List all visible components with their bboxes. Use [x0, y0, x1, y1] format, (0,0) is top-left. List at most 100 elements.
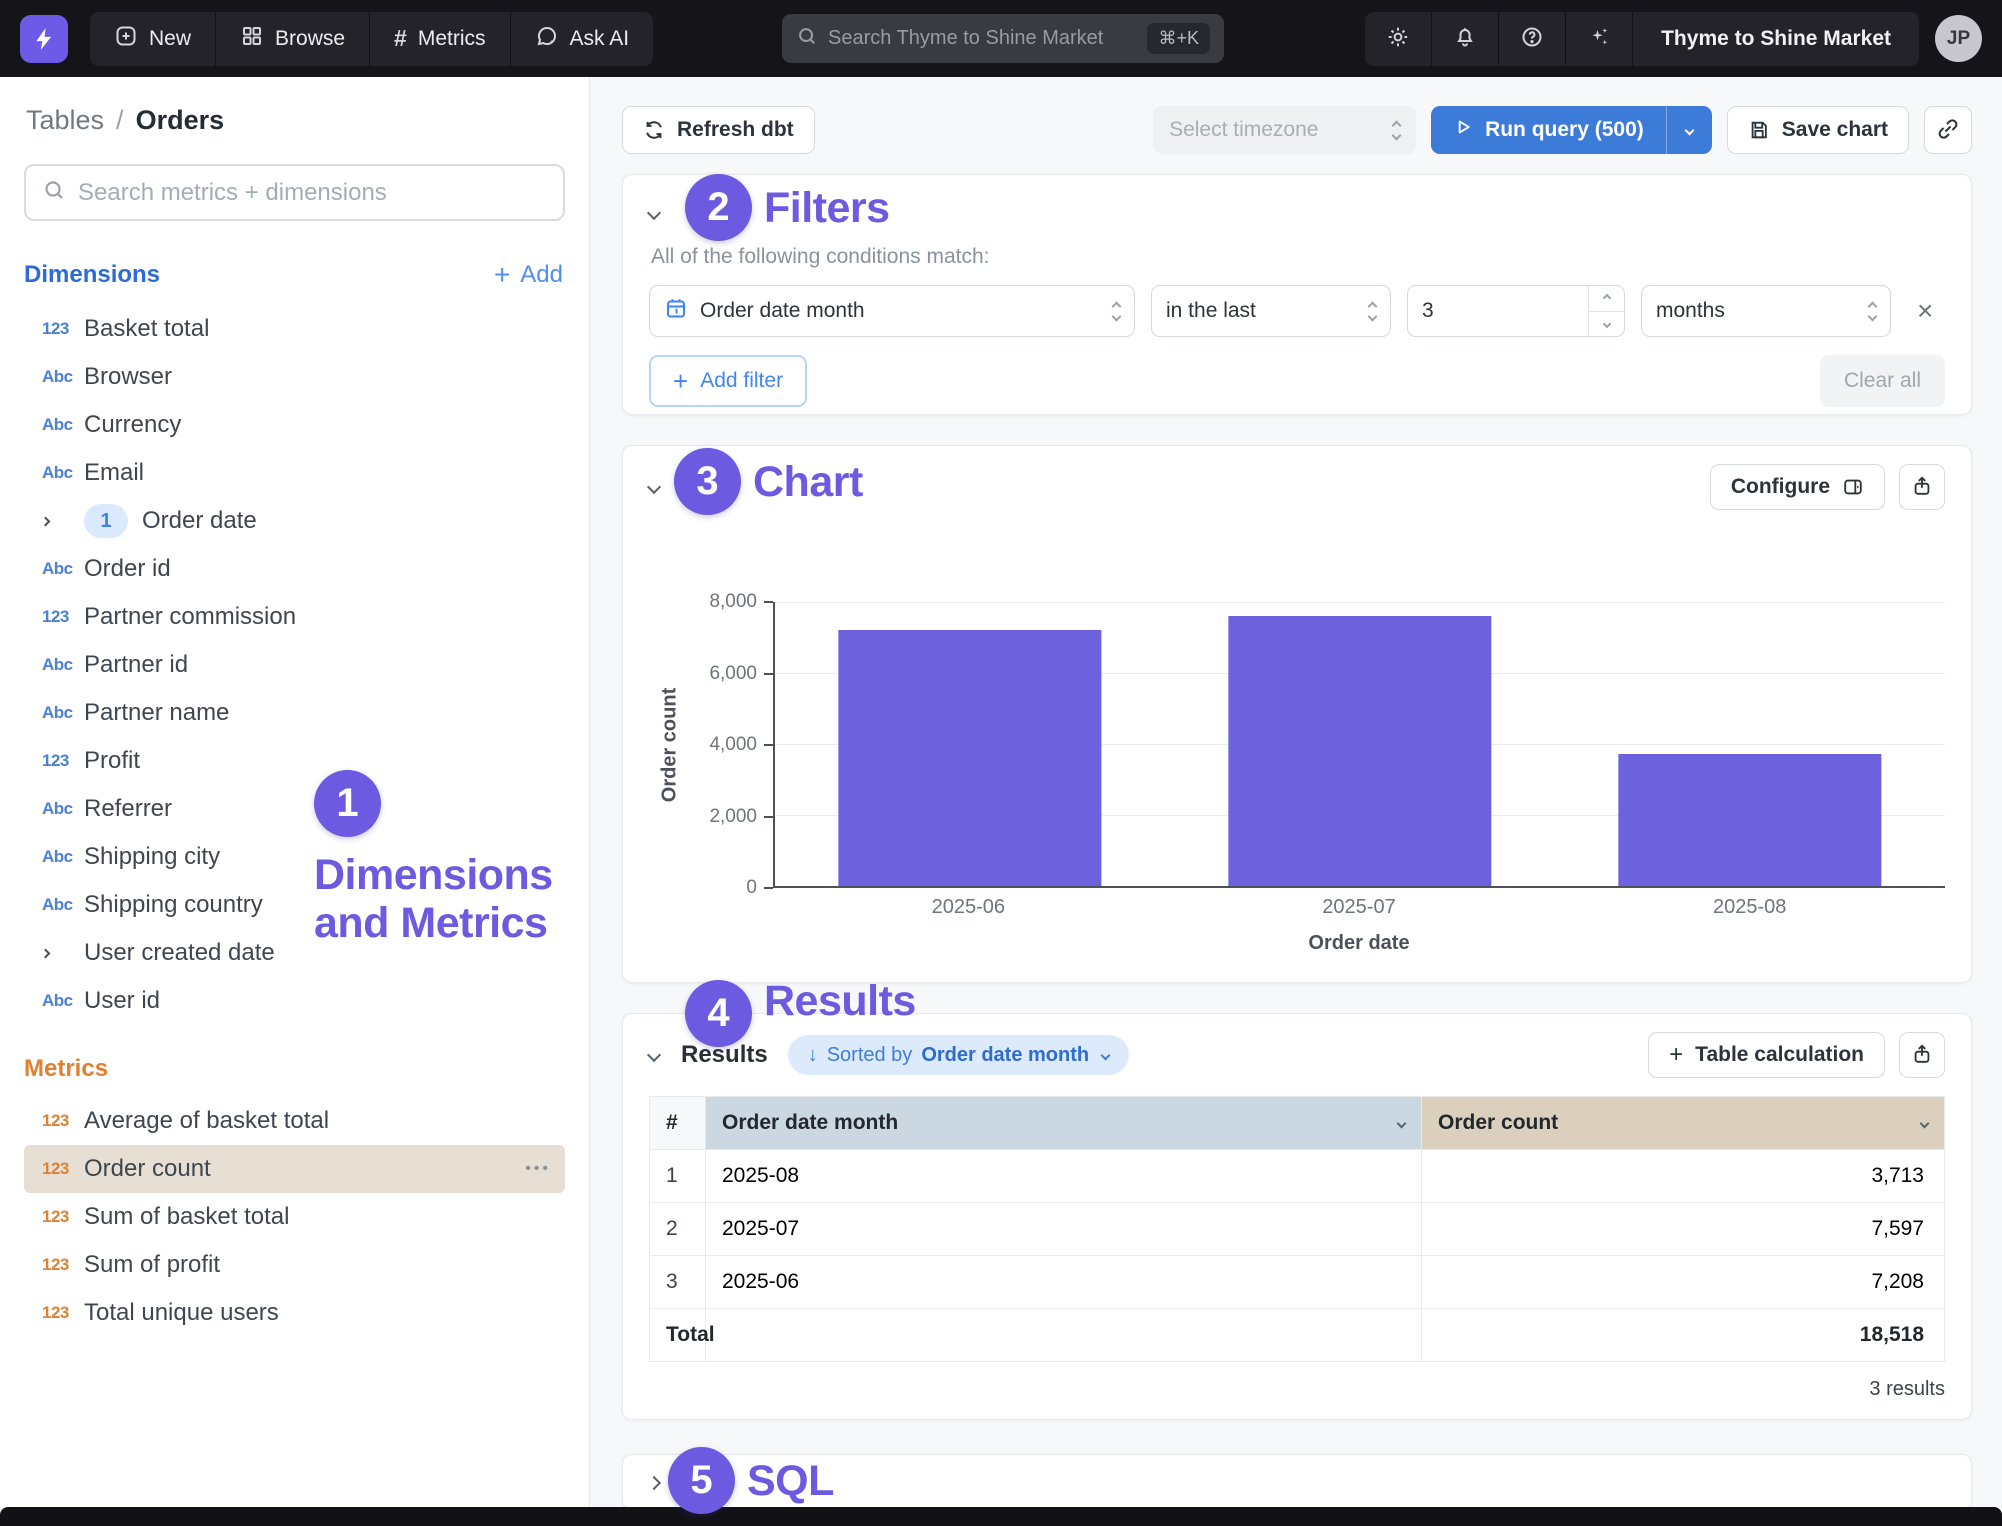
sql-header[interactable]: [649, 1463, 1945, 1503]
lightning-bolt-icon: [31, 26, 57, 52]
dimension-item[interactable]: 1 Order date: [24, 497, 565, 545]
dimension-item[interactable]: Abc Email: [24, 449, 565, 497]
add-filter-button[interactable]: + Add filter: [649, 355, 807, 407]
chart-header[interactable]: Configure: [649, 464, 1945, 510]
org-switcher-button[interactable]: Thyme to Shine Market: [1633, 12, 1919, 66]
breadcrumb-tables-link[interactable]: Tables: [26, 105, 104, 136]
refresh-dbt-button[interactable]: Refresh dbt: [622, 106, 815, 154]
table-row[interactable]: 3 2025-06 7,208: [650, 1256, 1945, 1309]
x-axis-ticks: 2025-062025-072025-08: [773, 896, 1945, 926]
app-logo[interactable]: [20, 15, 68, 63]
order-count-cell[interactable]: 7,208: [1422, 1256, 1945, 1309]
dimension-item[interactable]: Abc Shipping country: [24, 881, 565, 929]
field-type-slot: 123: [42, 1303, 84, 1323]
global-search-input[interactable]: [828, 27, 1147, 50]
dimension-item[interactable]: Abc Currency: [24, 401, 565, 449]
chevron-down-icon[interactable]: [647, 480, 661, 494]
kebab-menu-icon[interactable]: •••: [525, 1160, 551, 1178]
add-dimension-button[interactable]: + Add: [494, 261, 563, 289]
order-count-cell[interactable]: 3,713: [1422, 1150, 1945, 1203]
nav-metrics-button[interactable]: # Metrics: [370, 12, 510, 66]
export-chart-button[interactable]: [1899, 464, 1945, 510]
dimension-item[interactable]: Abc Referrer: [24, 785, 565, 833]
chevron-right-icon[interactable]: [647, 1476, 661, 1490]
sql-section: [622, 1454, 1972, 1510]
settings-button[interactable]: [1365, 12, 1432, 66]
chart-bar-2025-06[interactable]: [838, 630, 1101, 886]
table-calculation-button[interactable]: + Table calculation: [1648, 1032, 1885, 1078]
order-count-cell[interactable]: 7,597: [1422, 1203, 1945, 1256]
order-date-cell[interactable]: 2025-08: [706, 1150, 1422, 1203]
stepper-up-button[interactable]: [1589, 286, 1624, 312]
save-chart-button[interactable]: Save chart: [1727, 106, 1909, 154]
dimension-item[interactable]: 123 Profit: [24, 737, 565, 785]
dimension-label: Order id: [84, 555, 171, 583]
export-results-button[interactable]: [1899, 1032, 1945, 1078]
dimension-item[interactable]: Abc Partner name: [24, 689, 565, 737]
configure-chart-button[interactable]: Configure: [1710, 464, 1885, 510]
order-date-cell[interactable]: 2025-06: [706, 1256, 1422, 1309]
run-query-button[interactable]: Run query (500): [1431, 106, 1666, 154]
nav-metrics-label: Metrics: [418, 27, 486, 51]
column-header-index[interactable]: #: [650, 1097, 706, 1150]
timezone-select[interactable]: Select timezone: [1153, 106, 1416, 154]
global-search[interactable]: ⌘+K: [782, 14, 1224, 63]
dimension-item[interactable]: User created date: [24, 929, 565, 977]
dimension-item[interactable]: 123 Basket total: [24, 305, 565, 353]
user-avatar[interactable]: JP: [1935, 15, 1982, 62]
sort-chip[interactable]: ↓ Sorted by Order date month: [788, 1035, 1129, 1075]
search-icon: [42, 178, 66, 207]
dimension-item[interactable]: 123 Partner commission: [24, 593, 565, 641]
run-query-options-button[interactable]: [1666, 106, 1712, 154]
chevron-down-icon[interactable]: [1397, 1118, 1407, 1128]
column-header-order-date-month[interactable]: Order date month: [706, 1097, 1422, 1150]
total-empty-cell: [706, 1309, 1422, 1362]
field-type-icon: 123: [42, 1159, 69, 1179]
clear-all-button[interactable]: Clear all: [1820, 355, 1945, 407]
chevron-right-icon[interactable]: [41, 516, 51, 526]
filter-field-select[interactable]: Order date month: [649, 285, 1135, 337]
metric-item[interactable]: 123 Total unique users: [24, 1289, 565, 1337]
dimension-item[interactable]: Abc User id: [24, 977, 565, 1025]
add-filter-label: Add filter: [700, 369, 783, 393]
chevron-down-icon[interactable]: [647, 1048, 661, 1062]
fields-search[interactable]: [24, 164, 565, 221]
filter-unit-select[interactable]: months: [1641, 285, 1891, 337]
help-button[interactable]: [1499, 12, 1566, 66]
nav-ask-ai-button[interactable]: Ask AI: [511, 12, 654, 66]
metric-item[interactable]: 123 Sum of profit: [24, 1241, 565, 1289]
metric-item[interactable]: 123 Average of basket total: [24, 1097, 565, 1145]
filter-operator-select[interactable]: in the last: [1151, 285, 1391, 337]
order-date-cell[interactable]: 2025-07: [706, 1203, 1422, 1256]
metric-item[interactable]: 123 Order count •••: [24, 1145, 565, 1193]
table-row[interactable]: 2 2025-07 7,597: [650, 1203, 1945, 1256]
chart-bar-2025-08[interactable]: [1618, 754, 1881, 886]
dimension-label: Email: [84, 459, 144, 487]
bell-icon: [1453, 25, 1477, 52]
dimension-item[interactable]: Abc Browser: [24, 353, 565, 401]
chevron-down-icon[interactable]: [1920, 1118, 1930, 1128]
fields-search-input[interactable]: [78, 179, 547, 207]
help-icon: [1520, 25, 1544, 52]
metric-label: Total unique users: [84, 1299, 279, 1327]
ai-sparkles-button[interactable]: [1566, 12, 1633, 66]
chevron-right-icon[interactable]: [41, 948, 51, 958]
share-link-button[interactable]: [1924, 106, 1972, 154]
results-header[interactable]: Results ↓ Sorted by Order date month + T…: [649, 1032, 1945, 1078]
chevron-down-icon[interactable]: [647, 206, 661, 220]
notifications-button[interactable]: [1432, 12, 1499, 66]
filter-value-field[interactable]: [1408, 286, 1588, 336]
table-row[interactable]: 1 2025-08 3,713: [650, 1150, 1945, 1203]
dimension-item[interactable]: Abc Order id: [24, 545, 565, 593]
stepper-down-button[interactable]: [1589, 312, 1624, 337]
field-type-icon: Abc: [42, 991, 73, 1011]
dimension-item[interactable]: Abc Shipping city: [24, 833, 565, 881]
dimension-item[interactable]: Abc Partner id: [24, 641, 565, 689]
metric-item[interactable]: 123 Sum of basket total: [24, 1193, 565, 1241]
nav-browse-button[interactable]: Browse: [216, 12, 370, 66]
remove-filter-button[interactable]: ×: [1917, 297, 1933, 325]
column-header-order-count[interactable]: Order count: [1422, 1097, 1945, 1150]
nav-new-button[interactable]: New: [90, 12, 216, 66]
filters-header[interactable]: [649, 193, 1945, 233]
chart-bar-2025-07[interactable]: [1228, 616, 1491, 886]
